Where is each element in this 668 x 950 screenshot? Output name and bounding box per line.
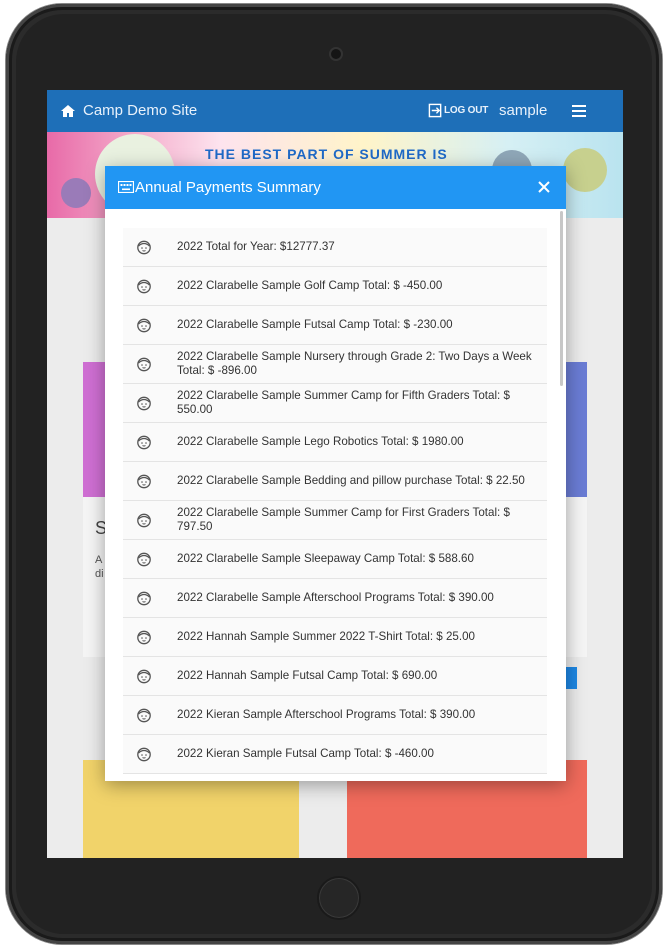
child-face-icon <box>136 746 152 762</box>
list-item: 2022 Clarabelle Sample Afterschool Progr… <box>123 579 547 618</box>
child-face-icon <box>136 317 152 333</box>
banner-headline: THE BEST PART OF SUMMER IS <box>205 146 448 162</box>
payment-total-text: 2022 Clarabelle Sample Summer Camp for F… <box>177 506 510 533</box>
child-face-icon <box>136 590 152 606</box>
camera-icon <box>331 49 341 59</box>
payment-total-text: 2022 Kieran Sample Futsal Camp Total: $ … <box>177 747 434 760</box>
list-item: 2022 Clarabelle Sample Sleepaway Camp To… <box>123 540 547 579</box>
banner-photo-circle <box>61 178 91 208</box>
keyboard-icon <box>118 181 134 193</box>
list-item: 2022 Clarabelle Sample Bedding and pillo… <box>123 462 547 501</box>
annual-payments-modal: Annual Payments Summary 2022 Total for Y… <box>105 166 566 781</box>
logout-icon[interactable] <box>428 103 443 118</box>
child-face-icon <box>136 395 152 411</box>
payment-total-text: 2022 Clarabelle Sample Summer Camp for F… <box>177 389 510 416</box>
payment-total-text: 2022 Kieran Sample Afterschool Programs … <box>177 708 476 721</box>
payment-total-text: 2022 Hannah Sample Futsal Camp Total: $ … <box>177 669 438 682</box>
payment-total-text: 2022 Clarabelle Sample Futsal Camp Total… <box>177 318 453 331</box>
list-item: 2022 Clarabelle Sample Summer Camp for F… <box>123 501 547 540</box>
payment-total-text: 2022 Clarabelle Sample Afterschool Progr… <box>177 591 494 604</box>
list-item: 2022 Kieran Sample Futsal Camp Total: $ … <box>123 735 547 774</box>
banner-photo-circle <box>563 148 607 192</box>
card-button[interactable] <box>565 667 577 689</box>
list-item: 2022 Hannah Sample Summer 2022 T-Shirt T… <box>123 618 547 657</box>
list-item: 2022 Clarabelle Sample Lego Robotics Tot… <box>123 423 547 462</box>
tablet-home-button[interactable] <box>317 876 361 920</box>
payment-total-text: 2022 Clarabelle Sample Golf Camp Total: … <box>177 279 443 292</box>
list-item: 2022 Clarabelle Sample Golf Camp Total: … <box>123 267 547 306</box>
child-face-icon <box>136 629 152 645</box>
payment-total-text: 2022 Clarabelle Sample Sleepaway Camp To… <box>177 552 474 565</box>
payment-total-text: 2022 Clarabelle Sample Nursery through G… <box>177 350 532 377</box>
modal-title: Annual Payments Summary <box>135 179 321 196</box>
list-item: 2022 Clarabelle Sample Futsal Camp Total… <box>123 306 547 345</box>
modal-header: Annual Payments Summary <box>105 166 566 209</box>
child-face-icon <box>136 707 152 723</box>
home-icon[interactable] <box>60 103 76 119</box>
logout-button[interactable]: LOG OUT <box>444 105 488 116</box>
list-item: 2022 Hannah Sample Futsal Camp Total: $ … <box>123 657 547 696</box>
child-face-icon <box>136 473 152 489</box>
child-face-icon <box>136 434 152 450</box>
list-item: 2022 Clarabelle Sample Summer Camp for F… <box>123 384 547 423</box>
child-face-icon <box>136 512 152 528</box>
list-item: 2022 Kieran Sample Afterschool Programs … <box>123 696 547 735</box>
top-navbar: Camp Demo Site LOG OUT sample <box>47 90 623 132</box>
username-label[interactable]: sample <box>499 102 547 119</box>
child-face-icon <box>136 278 152 294</box>
list-item: 2022 Clarabelle Sample Nursery through G… <box>123 345 547 384</box>
child-face-icon <box>136 668 152 684</box>
payments-list: 2022 Total for Year: $12777.37 2022 Clara… <box>123 228 547 774</box>
close-icon[interactable] <box>537 180 551 194</box>
card-image <box>83 362 105 497</box>
child-face-icon <box>136 551 152 567</box>
modal-scrollbar[interactable] <box>560 211 563 386</box>
payment-total-text: 2022 Clarabelle Sample Bedding and pillo… <box>177 474 525 487</box>
card-image <box>565 362 587 497</box>
payment-total-text: 2022 Total for Year: $12777.37 <box>177 240 335 253</box>
child-face-icon <box>136 356 152 372</box>
card-text: A di <box>95 554 104 580</box>
site-title-link[interactable]: Camp Demo Site <box>83 102 197 119</box>
hamburger-menu-icon[interactable] <box>572 104 586 118</box>
child-face-icon <box>136 239 152 255</box>
payment-total-text: 2022 Hannah Sample Summer 2022 T-Shirt T… <box>177 630 475 643</box>
payment-total-text: 2022 Clarabelle Sample Lego Robotics Tot… <box>177 435 464 448</box>
list-item: 2022 Total for Year: $12777.37 <box>123 228 547 267</box>
modal-body[interactable]: 2022 Total for Year: $12777.37 2022 Clara… <box>105 209 566 781</box>
